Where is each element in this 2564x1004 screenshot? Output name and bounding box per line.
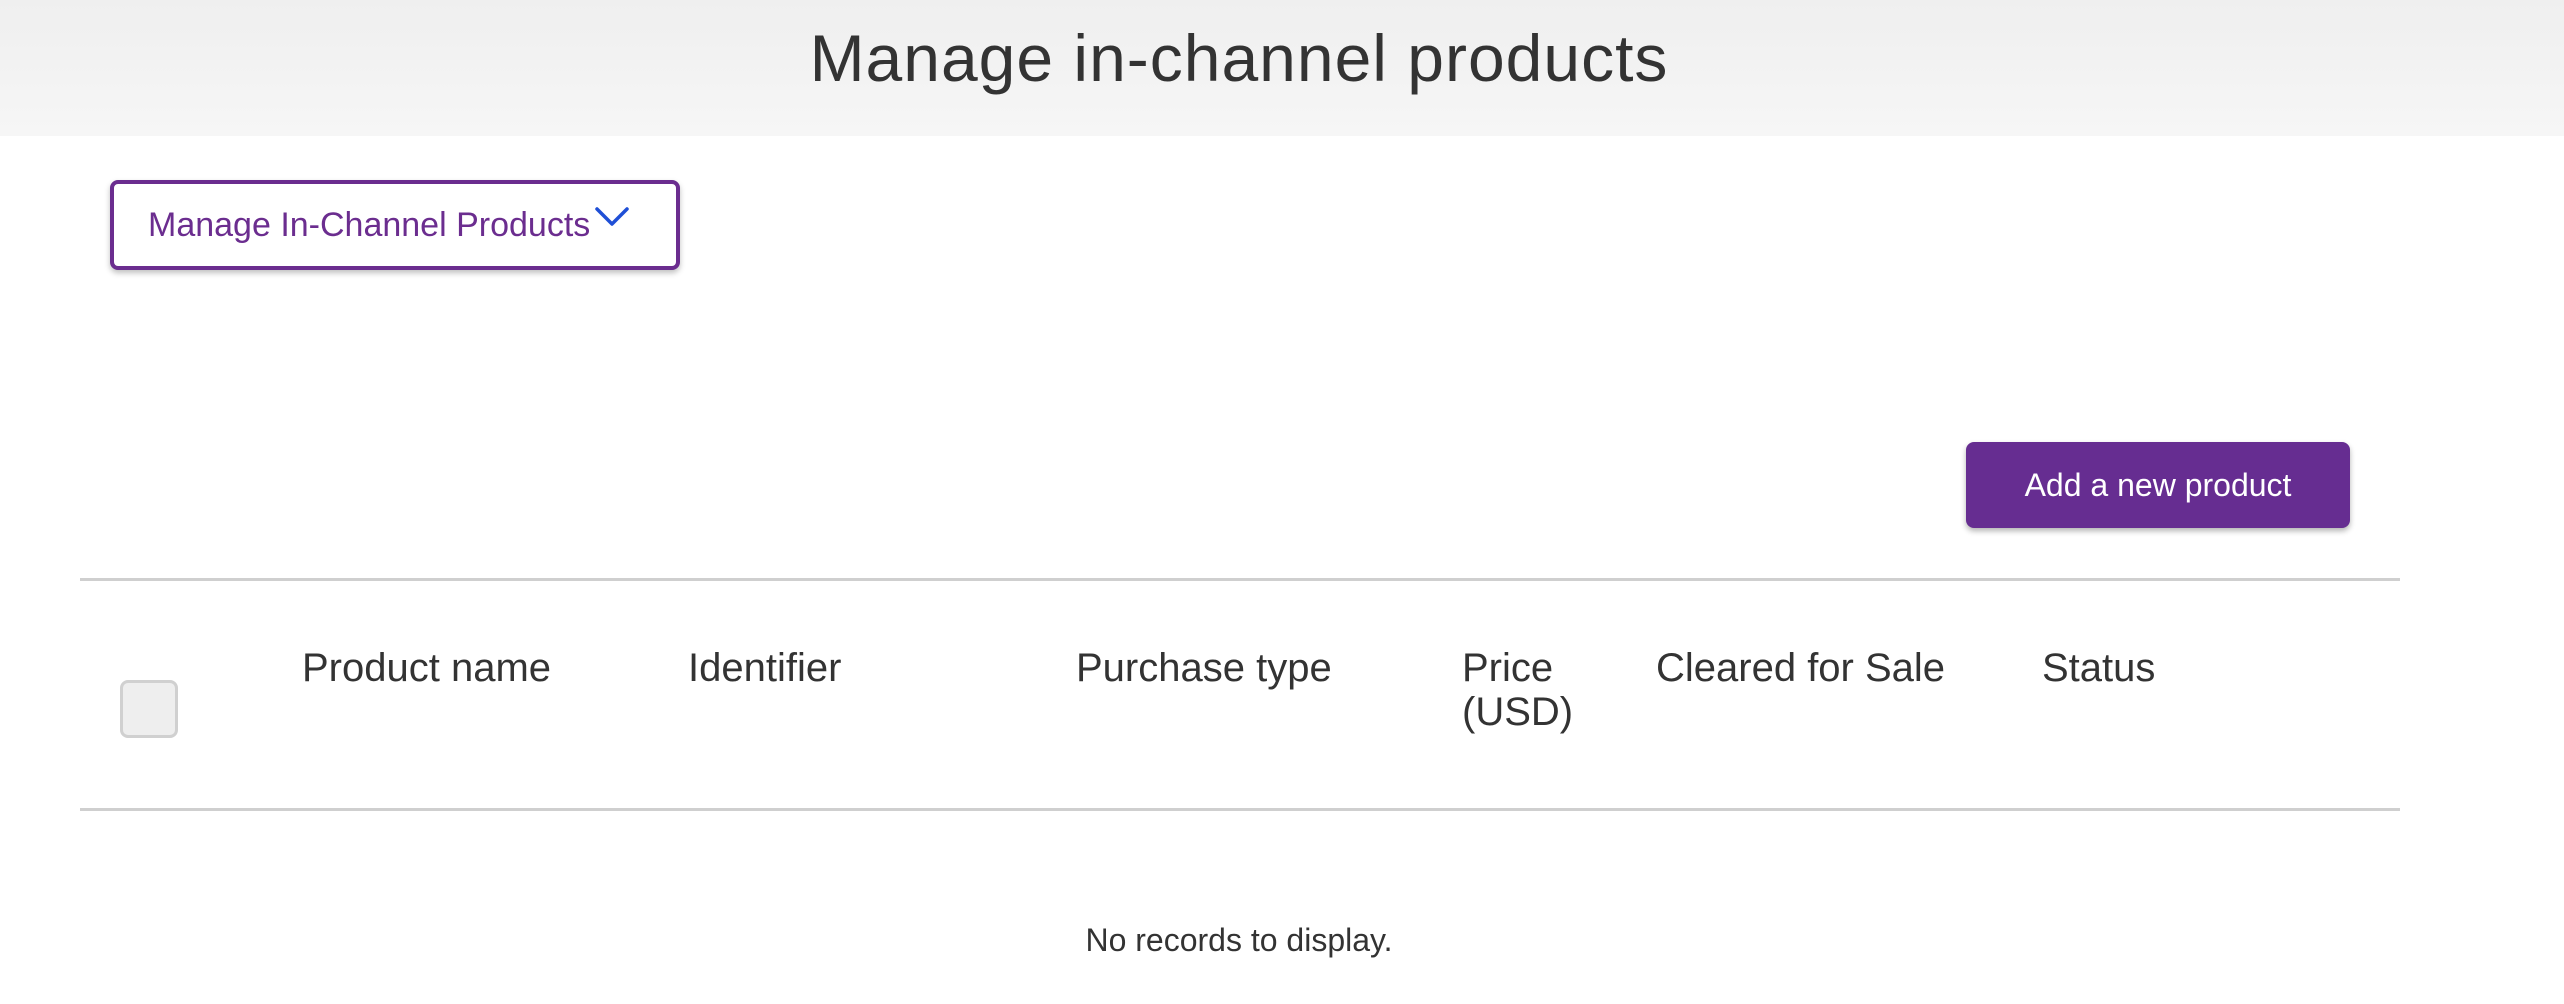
column-header-price-line2: (USD) — [1462, 690, 1574, 734]
table-header-top-divider — [80, 578, 2400, 581]
column-header-cleared-for-sale[interactable]: Cleared for Sale — [1656, 646, 1945, 690]
page-header: Manage in-channel products — [0, 0, 2564, 136]
manage-products-dropdown-label: Manage In-Channel Products — [148, 205, 591, 244]
column-header-purchase-type[interactable]: Purchase type — [1076, 646, 1332, 690]
add-new-product-button[interactable]: Add a new product — [1966, 442, 2350, 528]
column-header-status[interactable]: Status — [2042, 646, 2155, 690]
column-header-product-name[interactable]: Product name — [302, 646, 551, 690]
select-all-checkbox[interactable] — [120, 680, 178, 738]
table-header-bottom-divider — [80, 808, 2400, 811]
chevron-down-icon — [594, 206, 630, 228]
empty-table-message: No records to display. — [1085, 922, 1393, 958]
column-header-price-line1: Price — [1462, 646, 1554, 690]
column-header-price[interactable]: Price (USD) — [1462, 646, 1622, 734]
column-header-identifier[interactable]: Identifier — [688, 646, 841, 690]
page-title: Manage in-channel products — [809, 21, 1669, 95]
manage-products-dropdown[interactable]: Manage In-Channel Products — [110, 180, 680, 270]
